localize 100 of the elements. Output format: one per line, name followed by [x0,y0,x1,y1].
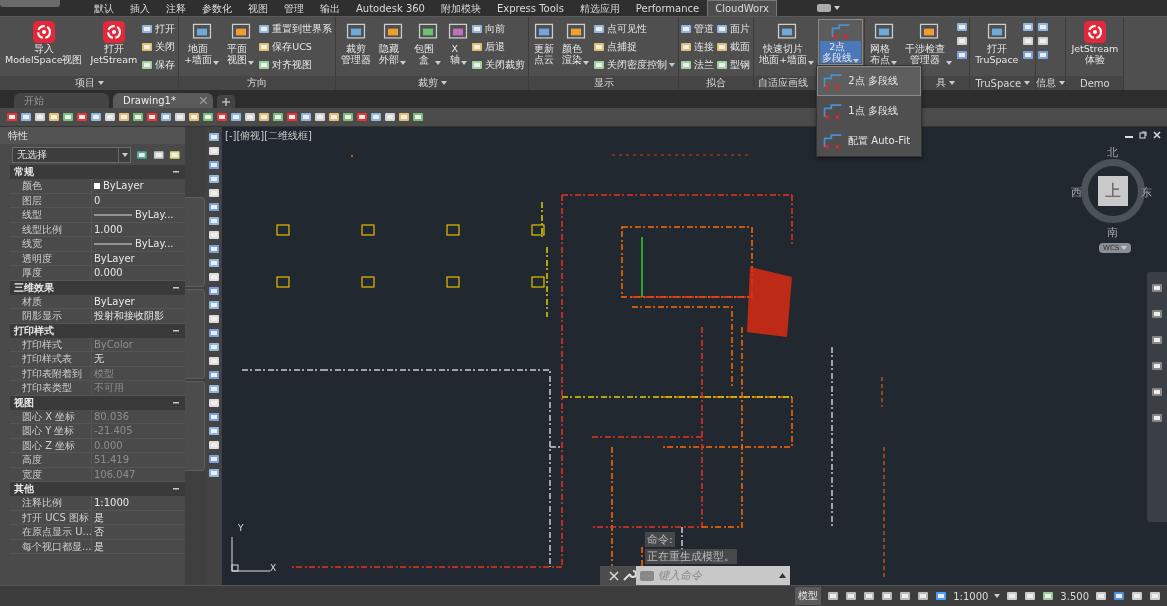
ribbon-button[interactable]: 包围 盒 [410,19,446,67]
selection-dropdown[interactable]: 无选择 [12,147,132,163]
tool-icon [956,21,969,33]
tool-icon [230,111,242,123]
tool-icon [207,411,220,423]
tool-icon [207,355,220,367]
ribbon-tab[interactable]: Autodesk 360 [348,0,433,16]
ribbon-tab[interactable]: 参数化 [194,0,240,16]
ribbon-tab[interactable]: 视图 [240,0,276,16]
tool-icon [207,453,220,465]
menu-item[interactable]: 2点 多段线 [817,66,922,96]
property-value: ByLayer [94,251,135,266]
swirl-logo-icon [102,21,125,43]
tool-icon [207,369,220,381]
ribbon-button[interactable]: 导入 ModelSpace视图 [1,19,87,67]
tool-icon [956,49,969,61]
ribbon-button[interactable]: 对齐视图 [258,57,335,73]
model-button[interactable]: 模型 [795,587,822,605]
ribbon-tab[interactable]: 插入 [122,0,158,16]
compass-label: 北 [1107,145,1118,160]
tool-icon [152,149,165,161]
tool-icon [845,590,858,602]
ribbon-button[interactable]: 颜色 渲染 [558,19,594,67]
panel-title: 拟合 [706,76,727,90]
ribbon-button[interactable]: 型钢 [716,57,753,73]
tool-icon [881,590,894,602]
ribbon-tab[interactable]: 输出 [312,0,348,16]
tool-icon [207,131,220,143]
viewcube-face[interactable]: 上 [1098,176,1128,206]
ribbon-button[interactable]: 平面 视图 [223,19,259,67]
ribbon-tab[interactable]: Performance [627,0,708,16]
scale-button[interactable]: 1:1000 [953,590,989,602]
ribbon-button[interactable]: 地面 +墙面 [180,19,224,67]
ribbon-tab[interactable]: 注释 [158,0,194,16]
ribbon-button[interactable]: 隐藏 外部 [375,19,411,67]
ribbon-tab[interactable]: 默认 [86,0,122,16]
ribbon-button[interactable]: 点捕捉 [593,39,678,55]
tool-icon [160,111,172,123]
ribbon-tab[interactable]: Express Tools [489,0,572,16]
ribbon-button[interactable]: 打开 JetStream [86,19,142,67]
caret-icon [1024,81,1031,85]
viewport-label[interactable]: [-][俯视][二维线框] [225,129,313,143]
ribbon-button[interactable]: 更新 点云 [530,19,559,67]
ribbon-button[interactable]: 打开 [141,21,178,37]
ribbon-button[interactable]: 保存 [141,57,178,73]
ribbon-button[interactable]: 面片 [716,21,753,37]
ribbon-button[interactable]: 重置到世界系 [258,21,335,37]
ribbon-button[interactable]: 干涉检查 管理器 [901,19,957,67]
ribbon-button[interactable]: 连接 [680,39,717,55]
tool-icon [314,111,326,123]
file-tab[interactable]: Drawing1* [113,93,213,108]
property-label: 线型比例 [10,222,92,237]
property-value: 是 [94,539,104,554]
restore-icon[interactable] [1139,131,1147,139]
ribbon-button[interactable]: 后退 [471,39,528,55]
property-value: 投射和接收阴影 [94,309,164,323]
ribbon-tab[interactable]: 精选应用 [571,0,628,16]
menu-item[interactable]: 配置 Auto-Fit [817,126,922,156]
ribbon-button[interactable]: 关闭密度控制 [593,57,678,73]
caret-icon[interactable] [779,573,786,578]
command-field[interactable]: 键入命令 [636,566,790,585]
file-tab[interactable]: 开始 [14,93,109,108]
ribbon-tab[interactable]: 管理 [276,0,312,16]
ribbon-button[interactable]: 保存UCS [258,39,335,55]
tool-icon [207,383,220,395]
ribbon-button[interactable]: X 轴 [445,19,472,67]
ribbon-button[interactable]: 快速切片 地面+墙面 [755,19,819,67]
collapse-icon[interactable] [173,286,179,289]
tool-icon [188,111,200,123]
tool-icon [207,243,220,255]
ribbon-button[interactable]: 2点 多段线 [818,19,864,65]
property-label: 宽度 [10,467,92,482]
ribbon-button[interactable]: 裁剪 管理器 [337,19,376,67]
ribbon-button[interactable]: 网格 布点 [866,19,902,67]
workspace-icon[interactable] [817,4,831,12]
section-title: 三维效果 [14,280,54,295]
ribbon-button[interactable]: JetStream 体验 [1067,19,1123,67]
ribbon-tab[interactable]: 附加模块 [433,0,489,16]
tool-icon [272,111,284,123]
collapse-icon[interactable] [173,401,179,404]
ribbon-button[interactable]: 点可见性 [593,21,678,37]
tool-icon [1131,590,1143,602]
ribbon-button[interactable]: 截面 [716,39,753,55]
tool-icon [471,59,484,71]
ribbon-button[interactable]: 法兰 [680,57,717,73]
tool-icon [1024,590,1037,602]
ribbon-button[interactable]: 向前 [471,21,528,37]
ribbon-button[interactable]: 关闭 [141,39,178,55]
ribbon-tab[interactable]: CloudWorx [707,0,777,16]
ribbon-button[interactable]: 关闭裁剪 [471,57,528,73]
new-tab-button[interactable] [217,95,235,108]
menu-item[interactable]: 1点 多段线 [817,96,922,126]
property-value: -21.405 [94,424,133,438]
tool-icon [48,111,60,123]
tool-icon [1022,21,1035,33]
collapse-icon[interactable] [173,329,179,332]
wrench-icon[interactable] [622,569,636,582]
ribbon-button[interactable]: 打开 TruSpace [971,19,1023,67]
ribbon-button[interactable]: 管道 [680,21,717,37]
close-icon[interactable] [608,570,622,581]
